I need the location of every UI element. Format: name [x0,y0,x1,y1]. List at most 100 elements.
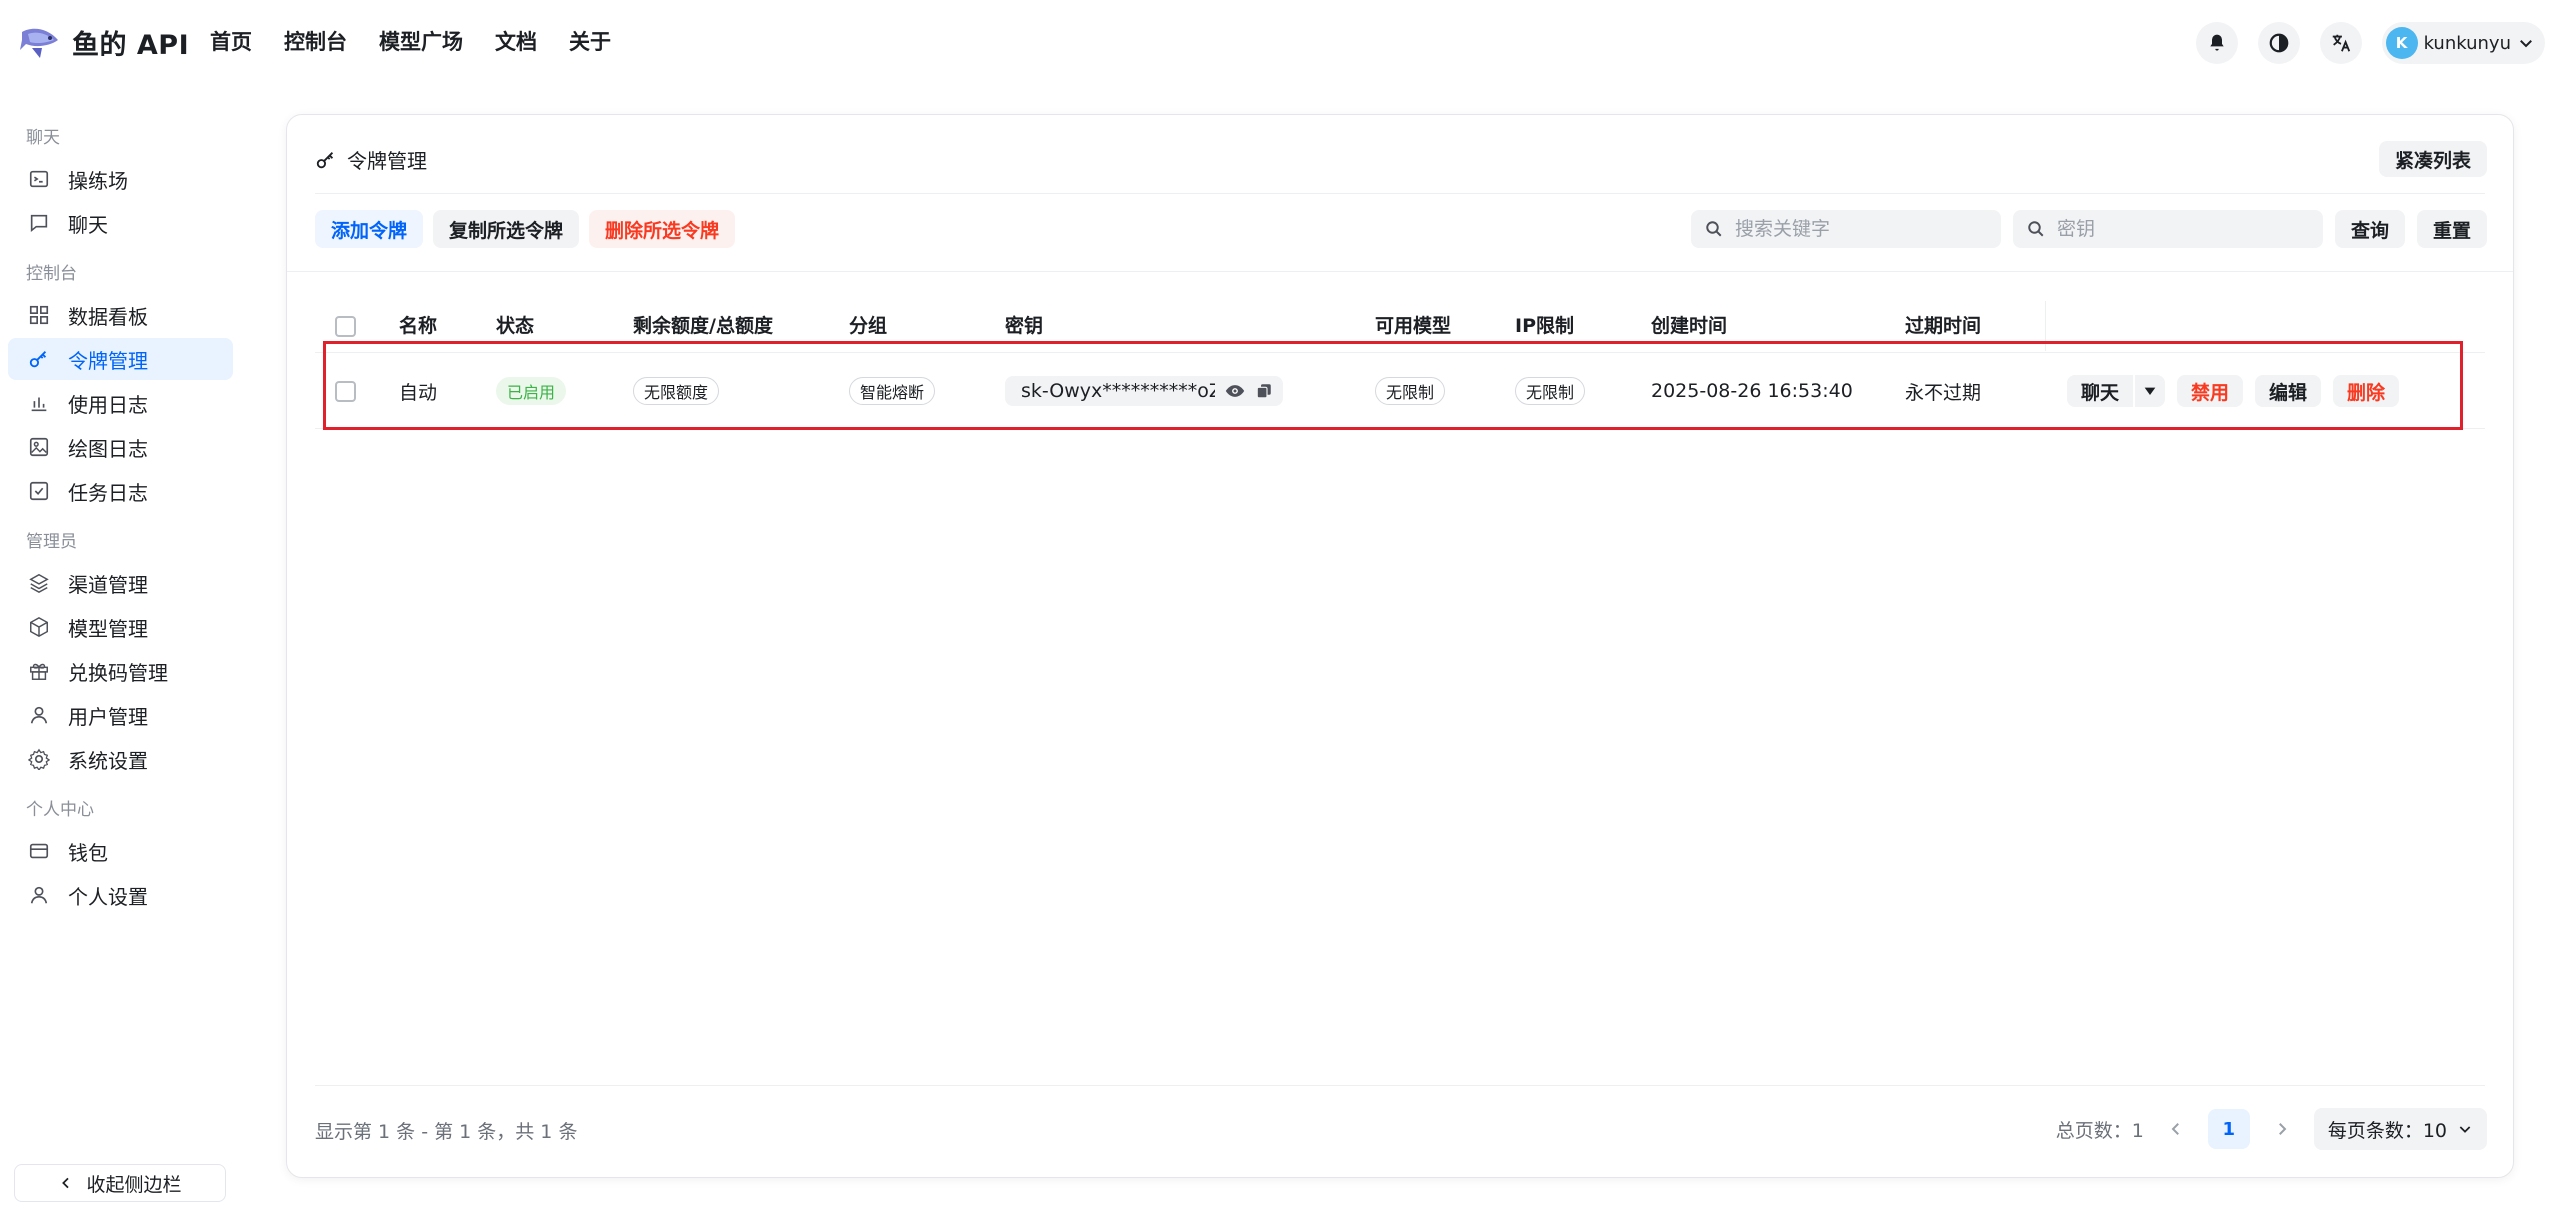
column-header-models[interactable]: 可用模型 [1375,299,1451,353]
top-bar: 鱼的 API 首页 控制台 模型广场 文档 关于 K kunkunyu [0,0,2555,84]
disable-button[interactable]: 禁用 [2177,375,2244,407]
quota-badge: 无限额度 [633,377,720,405]
user-icon [28,884,50,906]
column-separator [2045,301,2046,351]
reset-button[interactable]: 重置 [2416,210,2487,248]
bar-chart-icon [28,392,50,414]
collapse-sidebar-button[interactable]: 收起侧边栏 [14,1164,226,1202]
quota-cell: 无限额度 [633,353,720,429]
delete-button[interactable]: 删除 [2333,375,2400,407]
query-button[interactable]: 查询 [2334,210,2405,248]
sidebar-item-label: 用户管理 [68,704,148,729]
sidebar-item-task-log[interactable]: 任务日志 [8,470,233,512]
sidebar-item-redeem[interactable]: 兑换码管理 [8,650,233,692]
sidebar-item-wallet[interactable]: 钱包 [8,830,233,872]
moon-icon [2268,32,2290,54]
expire-time: 永不过期 [1905,381,1982,404]
models-cell: 无限制 [1375,353,1446,429]
select-all-checkbox[interactable] [335,316,356,337]
sidebar-item-settings[interactable]: 系统设置 [8,738,233,780]
table-header: 名称 状态 剩余额度/总额度 分组 密钥 可用模型 IP限制 创建时间 过期时间 [315,299,2485,353]
compact-list-button[interactable]: 紧凑列表 [2378,141,2487,177]
column-header-key[interactable]: 密钥 [1005,299,1043,353]
key-cell: sk-Owyx**********oZQ [1005,353,1283,429]
sidebar-item-drawing-log[interactable]: 绘图日志 [8,426,233,468]
chevron-down-icon [2517,34,2535,52]
nav-docs[interactable]: 文档 [495,26,537,56]
page-title: 令牌管理 [347,149,427,173]
cube-icon [28,616,50,638]
fish-logo-icon [18,22,62,62]
playground-icon [28,168,50,190]
keyword-search-input[interactable] [1734,218,1987,240]
delete-selected-button[interactable]: 删除所选令牌 [589,210,736,248]
prev-page-button[interactable] [2158,1109,2194,1149]
nav-about[interactable]: 关于 [569,26,611,56]
divider [315,193,2485,194]
group-cell: 智能熔断 [849,353,936,429]
card-header: 令牌管理 [315,145,427,174]
sidebar-item-label: 聊天 [68,212,108,237]
sidebar-item-dashboard[interactable]: 数据看板 [8,294,233,336]
user-icon [28,704,50,726]
top-nav: 首页 控制台 模型广场 文档 关于 [210,26,611,56]
brand[interactable]: 鱼的 API [18,22,189,62]
search-area: 查询 重置 [1690,210,2487,248]
column-header-quota[interactable]: 剩余额度/总额度 [633,299,773,353]
sidebar: 聊天 操练场 聊天 控制台 数据看板 令牌管理 使用日志 绘图日志 任务日志 管… [0,84,250,1210]
next-page-button[interactable] [2264,1109,2300,1149]
nav-console[interactable]: 控制台 [284,26,347,56]
page-size-select[interactable]: 每页条数：10 [2313,1108,2487,1150]
sidebar-item-tokens[interactable]: 令牌管理 [8,338,233,380]
edit-button[interactable]: 编辑 [2255,375,2322,407]
total-pages: 总页数：1 [2055,1119,2144,1142]
nav-home[interactable]: 首页 [210,26,252,56]
language-button[interactable] [2319,22,2362,64]
toolbar: 添加令牌 复制所选令牌 删除所选令牌 [315,210,736,248]
gear-icon [28,748,50,770]
translate-icon [2330,32,2352,54]
ip-limit-badge: 无限制 [1515,377,1586,405]
sidebar-item-models[interactable]: 模型管理 [8,606,233,648]
image-icon [28,436,50,458]
chat-button[interactable]: 聊天 [2067,375,2134,407]
sidebar-item-label: 令牌管理 [68,348,148,373]
sidebar-item-channels[interactable]: 渠道管理 [8,562,233,604]
sidebar-group-admin: 管理员 [26,532,77,552]
chevron-left-icon [2167,1120,2185,1138]
key-search-input[interactable] [2056,218,2309,240]
sidebar-item-profile[interactable]: 个人设置 [8,874,233,916]
sidebar-group-personal: 个人中心 [26,800,94,820]
sidebar-item-usage-log[interactable]: 使用日志 [8,382,233,424]
add-token-button[interactable]: 添加令牌 [315,210,424,248]
column-header-ip-limit[interactable]: IP限制 [1515,299,1574,353]
theme-toggle-button[interactable] [2257,22,2300,64]
nav-models[interactable]: 模型广场 [379,26,463,56]
search-icon [2027,220,2045,238]
column-header-expires[interactable]: 过期时间 [1905,299,1981,353]
chat-dropdown-button[interactable] [2135,375,2166,407]
sidebar-item-playground[interactable]: 操练场 [8,158,233,200]
page-size-label: 每页条数：10 [2327,1119,2447,1142]
status-cell: 已启用 [496,353,567,429]
copy-selected-button[interactable]: 复制所选令牌 [433,210,580,248]
notification-button[interactable] [2195,22,2238,64]
page-button-current[interactable]: 1 [2207,1109,2250,1149]
column-header-created[interactable]: 创建时间 [1651,299,1727,353]
sidebar-item-label: 钱包 [68,840,108,865]
sidebar-item-chat[interactable]: 聊天 [8,202,233,244]
sidebar-item-users[interactable]: 用户管理 [8,694,233,736]
user-menu[interactable]: K kunkunyu [2381,22,2545,64]
sidebar-group-console: 控制台 [26,264,77,284]
column-header-group[interactable]: 分组 [849,299,887,353]
sidebar-group-chat: 聊天 [26,128,60,148]
row-checkbox[interactable] [335,380,356,402]
divider [315,1085,2485,1086]
caret-down-icon [2142,383,2158,399]
eye-icon[interactable] [1225,381,1245,401]
copy-icon[interactable] [1255,382,1273,400]
column-header-status[interactable]: 状态 [496,299,534,353]
column-header-name[interactable]: 名称 [399,299,437,353]
chat-icon [28,212,50,234]
sidebar-item-label: 兑换码管理 [68,660,168,685]
